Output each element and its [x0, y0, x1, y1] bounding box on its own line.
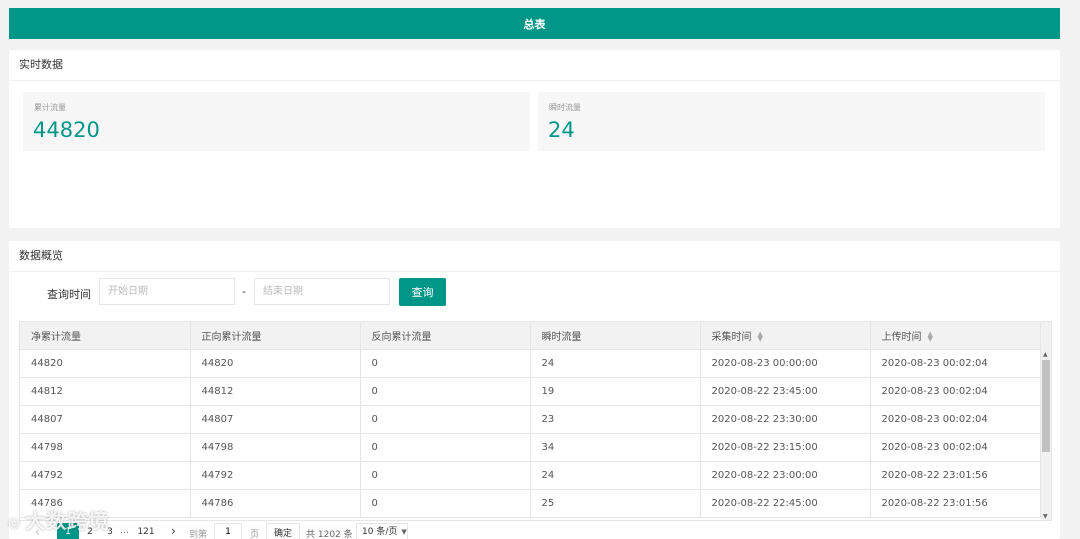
table-cell: 24: [530, 461, 701, 490]
column-header-upload-time[interactable]: 上传时间 ▲ ▼: [870, 322, 1041, 350]
table-cell: 44798: [190, 433, 361, 462]
scroll-up-icon[interactable]: ▲: [1043, 351, 1048, 358]
query-row: 查询时间 - 查询: [9, 278, 1060, 307]
column-header-label: 反向累计流量: [371, 332, 432, 343]
table-cell: 2020-08-22 23:15:00: [700, 433, 871, 462]
date-separator: -: [242, 285, 246, 298]
table-cell: 0: [360, 349, 531, 378]
table-cell: 2020-08-23 00:02:04: [870, 405, 1041, 434]
table-row: 44798 44798 0 34 2020-08-22 23:15:00 202…: [20, 433, 1041, 462]
table-cell: 2020-08-23 00:00:00: [700, 349, 871, 378]
table-header-row: 净累计流量 正向累计流量 反向累计流量 瞬时流量 采集时间 ▲ ▼ 上传时间 ▲ ▼: [20, 322, 1041, 350]
table-cell: 2020-08-22 23:45:00: [700, 377, 871, 406]
table-cell: 2020-08-22 23:30:00: [700, 405, 871, 434]
page-title: 总表: [523, 17, 546, 31]
table-cell: 2020-08-22 23:00:00: [700, 461, 871, 490]
column-header-label: 正向累计流量: [201, 332, 262, 343]
scrollbar-thumb[interactable]: [1042, 360, 1050, 452]
page-size-value: 10 条/页: [362, 527, 398, 537]
column-header-net-cumulative[interactable]: 净累计流量: [20, 322, 191, 350]
table-cell: 0: [360, 433, 531, 462]
table-cell: 44807: [190, 405, 361, 434]
table-cell: 44820: [20, 349, 191, 378]
table-cell: 2020-08-22 23:01:56: [870, 461, 1041, 490]
watermark-text: 大数跨境: [25, 509, 110, 533]
column-header-forward-cumulative[interactable]: 正向累计流量: [190, 322, 361, 350]
table-row: 44812 44812 0 19 2020-08-22 23:45:00 202…: [20, 377, 1041, 406]
page-button-last[interactable]: 121: [135, 523, 157, 539]
table-cell: 2020-08-23 00:02:04: [870, 433, 1041, 462]
goto-label: 到第: [189, 530, 208, 539]
table-header-scroll-corner: [1041, 322, 1051, 350]
chevron-right-icon[interactable]: ›: [171, 524, 176, 538]
start-date-input[interactable]: [99, 278, 235, 305]
column-header-reverse-cumulative[interactable]: 反向累计流量: [360, 322, 531, 350]
end-date-input[interactable]: [254, 278, 390, 305]
table-cell: 24: [530, 349, 701, 378]
table-cell: 34: [530, 433, 701, 462]
query-button[interactable]: 查询: [399, 278, 446, 306]
pagination: ‹ 1 2 3 … 121 › 到第 页 确定 共 1202 条 10 条/页▼: [19, 523, 1019, 539]
data-table: 净累计流量 正向累计流量 反向累计流量 瞬时流量 采集时间 ▲ ▼ 上传时间 ▲ ▼ 4…: [20, 322, 1041, 518]
table-cell: 44798: [20, 433, 191, 462]
table-cell: 2020-08-22 22:45:00: [700, 489, 871, 518]
data-table-container: 净累计流量 正向累计流量 反向累计流量 瞬时流量 采集时间 ▲ ▼ 上传时间 ▲ ▼ 4…: [19, 321, 1052, 521]
instant-flow-card: 瞬时流量 24: [538, 92, 1045, 151]
total-count: 共 1202 条: [306, 530, 353, 539]
goto-page-input[interactable]: [214, 523, 242, 539]
page-ellipsis: …: [120, 526, 129, 536]
column-header-instant-flow[interactable]: 瞬时流量: [530, 322, 701, 350]
table-cell: 0: [360, 377, 531, 406]
column-header-label: 净累计流量: [31, 332, 81, 343]
table-row: 44786 44786 0 25 2020-08-22 22:45:00 202…: [20, 489, 1041, 518]
column-header-label: 上传时间: [881, 332, 922, 343]
cumulative-flow-card: 累计流量 44820: [23, 92, 530, 151]
table-cell: 25: [530, 489, 701, 518]
table-cell: 0: [360, 489, 531, 518]
cumulative-flow-label: 累计流量: [34, 103, 66, 112]
chevron-down-icon: ▼: [401, 528, 407, 536]
instant-flow-label: 瞬时流量: [549, 103, 581, 112]
instant-flow-value: 24: [548, 118, 575, 142]
cumulative-flow-value: 44820: [33, 118, 100, 142]
table-cell: 44792: [20, 461, 191, 490]
realtime-panel-title: 实时数据: [9, 50, 1060, 81]
table-row: 44792 44792 0 24 2020-08-22 23:00:00 202…: [20, 461, 1041, 490]
goto-confirm-button[interactable]: 确定: [266, 523, 300, 539]
table-cell: 19: [530, 377, 701, 406]
table-cell: 2020-08-23 00:02:04: [870, 377, 1041, 406]
table-scrollbar[interactable]: ▲ ▼: [1041, 350, 1051, 520]
query-time-label: 查询时间: [47, 288, 91, 301]
watermark-logo-icon: ◎: [8, 514, 22, 531]
table-cell: 44792: [190, 461, 361, 490]
column-header-label: 瞬时流量: [541, 332, 582, 343]
table-cell: 2020-08-23 00:02:04: [870, 349, 1041, 378]
column-header-label: 采集时间: [711, 332, 752, 343]
overview-panel: 数据概览 查询时间 - 查询 净累计流量 正向累计流量 反向累计流量 瞬: [9, 241, 1060, 539]
page-size-select[interactable]: 10 条/页 ▼: [356, 523, 408, 539]
column-header-collect-time[interactable]: 采集时间 ▲ ▼: [700, 322, 871, 350]
table-cell: 44820: [190, 349, 361, 378]
overview-panel-title: 数据概览: [9, 241, 1060, 272]
watermark: ◎ 大数跨境: [8, 505, 109, 534]
table-row: 44820 44820 0 24 2020-08-23 00:00:00 202…: [20, 349, 1041, 378]
table-cell: 44807: [20, 405, 191, 434]
table-cell: 44812: [190, 377, 361, 406]
sort-icon[interactable]: ▲ ▼: [758, 331, 763, 343]
scroll-down-icon[interactable]: ▼: [1043, 513, 1048, 520]
page: 总表 实时数据 累计流量 44820 瞬时流量 24 数据概览 查询时间 - 查…: [0, 0, 1080, 539]
table-cell: 0: [360, 405, 531, 434]
table-cell: 44786: [190, 489, 361, 518]
realtime-panel: 实时数据 累计流量 44820 瞬时流量 24: [9, 50, 1060, 228]
table-cell: 0: [360, 461, 531, 490]
table-cell: 44812: [20, 377, 191, 406]
page-header: 总表: [9, 8, 1060, 39]
page-word-label: 页: [250, 530, 260, 539]
table-cell: 2020-08-22 23:01:56: [870, 489, 1041, 518]
sort-icon[interactable]: ▲ ▼: [928, 331, 933, 343]
table-row: 44807 44807 0 23 2020-08-22 23:30:00 202…: [20, 405, 1041, 434]
table-cell: 23: [530, 405, 701, 434]
